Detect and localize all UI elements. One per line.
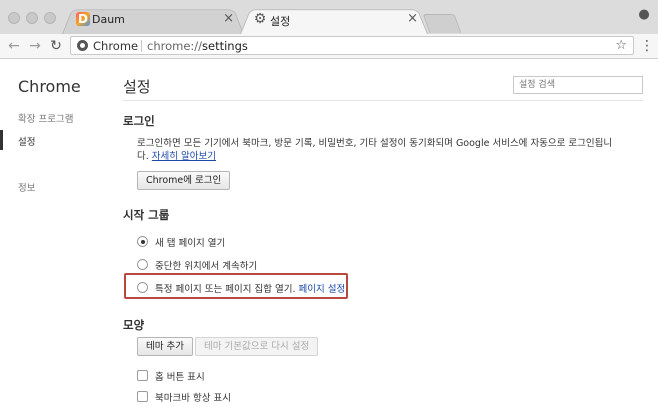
add-theme-button[interactable]: 테마 추가 — [137, 337, 193, 356]
settings-search-input[interactable] — [513, 76, 643, 94]
radio-button[interactable] — [137, 259, 148, 270]
checkbox-label: 북마크바 항상 표시 — [155, 393, 231, 404]
new-tab-button[interactable] — [422, 14, 462, 33]
reload-icon[interactable]: ↻ — [48, 38, 64, 54]
title-bar: D Daum × ⚙ 설정 × ● — [0, 0, 658, 35]
sidebar-item-settings[interactable]: 설정 — [18, 134, 35, 148]
address-bar[interactable]: Chrome chrome://settings ☆ — [70, 36, 634, 55]
sidebar-brand: Chrome — [18, 77, 81, 96]
minimize-window-button[interactable] — [26, 12, 38, 24]
signin-description: 로그인하면 모든 기기에서 북마크, 방문 기록, 비밀번호, 기타 설정이 동… — [137, 138, 613, 162]
bookmark-star-icon[interactable]: ☆ — [615, 38, 627, 53]
tab-settings[interactable]: ⚙ 설정 × — [240, 6, 428, 34]
browser-toolbar: ← → ↻ Chrome chrome://settings ☆ ⋮ — [0, 34, 658, 59]
chrome-signin-button[interactable]: Chrome에 로그인 — [137, 171, 231, 190]
tab-daum[interactable]: D Daum × — [62, 6, 244, 34]
checkbox[interactable] — [137, 370, 148, 381]
reset-theme-button[interactable]: 테마 기본값으로 다시 설정 — [195, 337, 319, 356]
gear-icon: ⚙ — [253, 11, 267, 27]
url-text: chrome://settings — [147, 39, 248, 53]
daum-logo-icon: D — [76, 12, 90, 26]
section-title-startup: 시작 그룹 — [123, 208, 170, 222]
site-name: Chrome — [93, 39, 139, 53]
page-title: 설정 — [123, 78, 151, 96]
radio-label: 새 탭 페이지 열기 — [155, 238, 226, 249]
tab-label: 설정 — [270, 15, 291, 28]
chrome-logo-icon — [77, 40, 88, 51]
sidebar-active-indicator — [0, 130, 3, 150]
divider — [141, 40, 142, 52]
forward-arrow-icon[interactable]: → — [27, 38, 43, 54]
checkbox[interactable] — [137, 391, 148, 402]
back-arrow-icon[interactable]: ← — [6, 38, 22, 54]
zoom-window-button[interactable] — [44, 12, 56, 24]
section-title-appearance: 모양 — [123, 318, 145, 332]
sidebar-item-extensions[interactable]: 확장 프로그램 — [18, 111, 73, 125]
menu-icon[interactable]: ⋮ — [640, 38, 654, 54]
sidebar-item-about[interactable]: 정보 — [18, 180, 35, 194]
divider — [123, 100, 643, 101]
close-window-button[interactable] — [8, 12, 20, 24]
highlight-box — [124, 273, 348, 299]
section-title-signin: 로그인 — [123, 114, 155, 128]
radio-button[interactable] — [137, 236, 148, 247]
checkbox-label: 홈 버튼 표시 — [155, 372, 205, 383]
learn-more-link[interactable]: 자세히 알아보기 — [152, 151, 216, 162]
tab-label: Daum — [92, 13, 125, 26]
close-icon[interactable]: × — [407, 11, 418, 26]
profile-icon[interactable]: ● — [637, 8, 651, 22]
radio-label: 중단한 위치에서 계속하기 — [155, 261, 258, 272]
close-icon[interactable]: × — [223, 11, 234, 26]
